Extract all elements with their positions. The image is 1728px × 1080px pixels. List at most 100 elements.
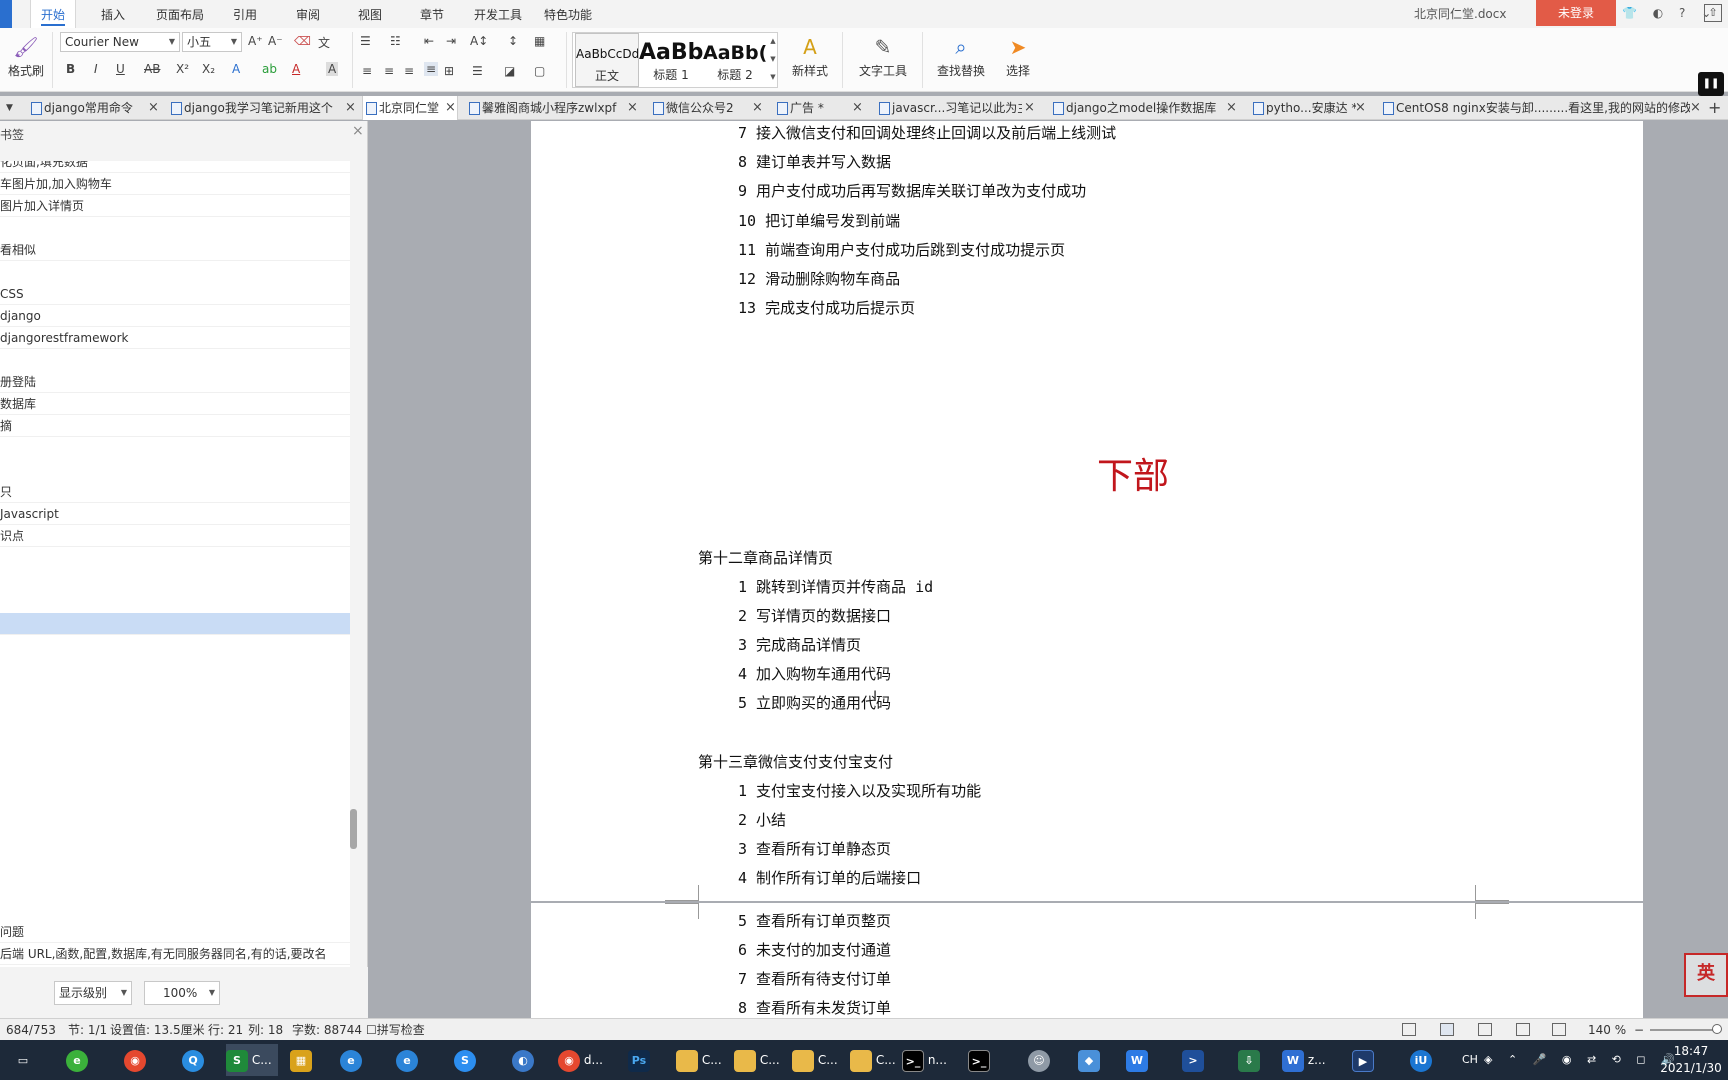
bookmark-item[interactable]: 问题 — [0, 921, 350, 943]
format-painter-button[interactable]: 🖌 格式刷 — [6, 32, 46, 79]
table-icon[interactable]: ▦ — [534, 34, 545, 48]
bookmark-item[interactable]: 后端 URL,函数,配置,数据库,有无同服务器同名,有的话,要改名 — [0, 943, 350, 965]
scrollbar-thumb[interactable] — [350, 809, 357, 849]
doc-tab[interactable]: 馨雅阁商城小程序zwlxpf — [466, 96, 626, 120]
doc-tab-active[interactable]: 北京同仁堂 — [362, 96, 458, 120]
style-heading-1[interactable]: AaBb 标题 1 — [639, 33, 703, 87]
align-center-icon[interactable]: ≡ — [384, 64, 394, 78]
increase-indent-icon[interactable]: ⇥ — [446, 34, 456, 48]
doc-tab[interactable]: CentOS8 nginx安装与卸.........看这里,我的网站的修改 — [1380, 96, 1690, 120]
powershell-icon[interactable]: > — [1182, 1044, 1204, 1076]
close-icon[interactable]: × — [345, 96, 356, 120]
phonetic-icon[interactable]: 文 — [318, 34, 330, 51]
app-player-icon[interactable]: ▶ — [1352, 1044, 1374, 1076]
terminal-icon[interactable]: >_ — [968, 1044, 990, 1076]
document-area[interactable]: 7 接入微信支付和回调处理终止回调以及前后端上线测试 8 建订单表并写入数据 9… — [369, 121, 1728, 1025]
bookmark-item[interactable]: 图片加入详情页 — [0, 195, 350, 217]
taskbar-app[interactable]: C... — [734, 1044, 784, 1076]
edge-icon[interactable]: e — [340, 1044, 362, 1076]
bookmark-item[interactable]: 车图片加,加入购物车 — [0, 173, 350, 195]
tab-page-layout[interactable]: 页面布局 — [156, 0, 204, 28]
pause-icon[interactable]: ❚❚ — [1698, 72, 1724, 96]
doc-tab[interactable]: javascr...习笔记以此为主 — [876, 96, 1022, 120]
display-level-select[interactable]: 显示级别 ▼ — [54, 981, 132, 1005]
app-360-icon[interactable]: e — [66, 1044, 88, 1076]
taskbar-app[interactable]: ◉ d... — [558, 1044, 610, 1076]
bookmark-item[interactable]: 只 — [0, 481, 350, 503]
app-iu-icon[interactable]: iU — [1410, 1044, 1432, 1076]
bookmark-item[interactable] — [0, 613, 350, 635]
font-color-icon[interactable]: A — [292, 62, 300, 76]
char-scale-icon[interactable]: A↕ — [470, 34, 488, 48]
sort-icon[interactable]: ↕ — [508, 34, 518, 48]
border-icon[interactable]: ▢ — [534, 64, 545, 78]
ime-indicator[interactable]: CH — [1462, 1040, 1478, 1080]
bookmark-item[interactable]: 看相似 — [0, 239, 350, 261]
doc-tab[interactable]: pytho...安康达 * — [1250, 96, 1356, 120]
bullet-list-icon[interactable]: ☰ — [360, 34, 371, 48]
photoshop-icon[interactable]: Ps — [628, 1044, 650, 1076]
doc-tab[interactable]: 微信公众号2 — [650, 96, 750, 120]
window-tool-icons[interactable]: 👕 ◐ ? ⌄ — [1622, 6, 1717, 20]
tab-chapter[interactable]: 章节 — [420, 0, 444, 28]
strikethrough-icon[interactable]: AB — [144, 62, 160, 76]
bookmark-item[interactable]: 摘 — [0, 415, 350, 437]
bookmark-item[interactable]: djangorestframework — [0, 327, 350, 349]
doc-tab[interactable]: django常用命令 — [28, 96, 148, 120]
close-icon[interactable]: × — [752, 96, 763, 120]
superscript-icon[interactable]: X² — [176, 62, 189, 76]
tab-review[interactable]: 审阅 — [296, 0, 320, 28]
bold-icon[interactable]: B — [66, 62, 75, 76]
bookmark-item[interactable]: Javascript — [0, 503, 350, 525]
style-heading-2[interactable]: AaBb( 标题 2 — [703, 33, 767, 87]
doc-tab[interactable]: 广告 * — [774, 96, 854, 120]
char-shading-icon[interactable]: A — [326, 62, 339, 76]
shading-icon[interactable]: ◪ — [504, 64, 515, 78]
app-blue-icon[interactable]: ◐ — [512, 1044, 534, 1076]
text-tool-button[interactable]: ✎ 文字工具 — [852, 32, 914, 79]
status-words[interactable]: 字数: 88744 — [292, 1019, 362, 1041]
bookmark-item[interactable]: CSS — [0, 283, 350, 305]
subscript-icon[interactable]: X₂ — [202, 62, 215, 76]
clock[interactable]: 18:47 2021/1/30 — [1656, 1043, 1726, 1077]
shrink-font-icon[interactable]: A⁻ — [268, 34, 283, 48]
bookmark-item[interactable]: 识点 — [0, 525, 350, 547]
taskbar-app[interactable]: C... — [792, 1044, 842, 1076]
tab-developer[interactable]: 开发工具 — [474, 0, 522, 28]
app-grid-icon[interactable]: ▦ — [290, 1044, 312, 1076]
bookmark-item[interactable]: 册登陆 — [0, 371, 350, 393]
align-left-icon[interactable]: ≡ — [362, 64, 372, 78]
doc-tab[interactable]: django我学习笔记新用这个 — [168, 96, 342, 120]
app-s-icon[interactable]: S — [454, 1044, 476, 1076]
numbered-list-icon[interactable]: ☷ — [390, 34, 401, 48]
app-menu-corner[interactable] — [0, 0, 12, 28]
wps-writer-icon[interactable]: W — [1126, 1044, 1148, 1076]
find-replace-button[interactable]: ⌕ 查找替换 — [930, 32, 992, 79]
taskbar-app[interactable]: C... — [850, 1044, 900, 1076]
bookmark-scrollbar[interactable] — [350, 161, 358, 967]
taskbar-app[interactable]: >_ n... — [902, 1044, 954, 1076]
tab-references[interactable]: 引用 — [233, 0, 257, 28]
underline-icon[interactable]: U — [116, 62, 125, 76]
style-gallery-scroll[interactable]: ▲ ▼ ▼ — [768, 32, 778, 88]
taskbar-app[interactable]: W z... — [1282, 1044, 1334, 1076]
ie-icon[interactable]: e — [396, 1044, 418, 1076]
close-icon[interactable]: × — [1355, 96, 1366, 120]
line-spacing-icon[interactable]: ☰ — [472, 64, 483, 78]
bookmark-item[interactable]: 数据库 — [0, 393, 350, 415]
collapse-ribbon-icon[interactable]: ⇧ — [1704, 4, 1722, 22]
align-right-icon[interactable]: ≡ — [404, 64, 414, 78]
close-icon[interactable]: × — [352, 123, 364, 139]
taskbar-app[interactable]: C... — [676, 1044, 726, 1076]
new-style-button[interactable]: A 新样式 — [784, 32, 836, 79]
app-avatar-icon[interactable]: ☺ — [1028, 1044, 1050, 1076]
page-view-icon[interactable] — [1440, 1023, 1454, 1036]
zoom-slider-thumb[interactable] — [1712, 1024, 1722, 1034]
style-normal[interactable]: AaBbCcDd 正文 — [575, 33, 639, 87]
doc-tab[interactable]: django之model操作数据库 — [1050, 96, 1220, 120]
spell-check-toggle[interactable]: ☐拼写检查 — [366, 1019, 425, 1041]
bookmark-item[interactable]: 化页面,填充数据 — [0, 161, 350, 173]
distribute-icon[interactable]: ⊞ — [444, 64, 454, 78]
new-tab-icon[interactable]: + — [1708, 96, 1721, 120]
italic-icon[interactable]: I — [94, 62, 98, 76]
